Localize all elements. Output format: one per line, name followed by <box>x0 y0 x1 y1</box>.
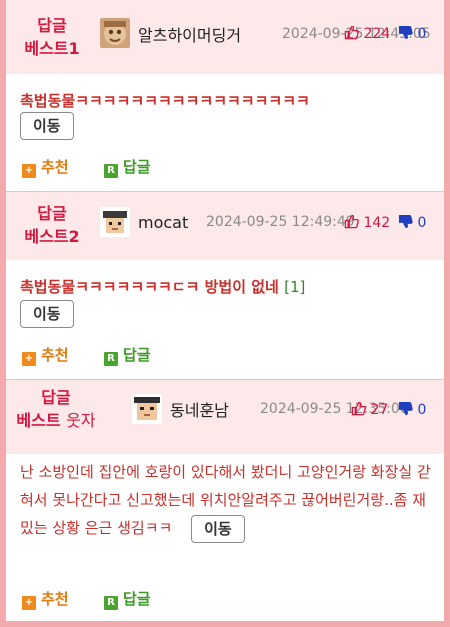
r-square-icon: R <box>104 164 118 178</box>
best-badge: 답글 베스트1 <box>16 14 88 60</box>
downvote-count: 0 <box>417 215 427 231</box>
reply-card-header: 답글 베스트1 알츠하이머딩거 2024-09-25 12:45:05 224 … <box>6 0 444 74</box>
avatar[interactable] <box>100 18 130 48</box>
thumb-down-icon <box>398 401 413 416</box>
category-tag[interactable]: 웃자 <box>66 411 95 430</box>
recommend-label: 추천 <box>41 590 69 608</box>
r-square-icon: R <box>104 352 118 366</box>
upvote-count: 27 <box>370 402 389 418</box>
reply-text: 촉법동물ㅋㅋㅋㅋㅋㅋㅋㅋㅋㅋㅋㅋㅋㅋㅋㅋㅋ <box>20 92 310 110</box>
downvote-button[interactable]: 0 <box>398 401 426 418</box>
recommend-button[interactable]: + 추천 <box>22 588 69 610</box>
badge-line2: 베스트2 <box>24 227 80 246</box>
reply-card-body: 촉법동물ㅋㅋㅋㅋㅋㅋㅋㄷㅋ 방법이 없네 [1] 이동 + 추천 R 답글 <box>6 260 444 380</box>
reply-content: 난 소방인데 집안에 호랑이 있다해서 봤더니 고양인거랑 화장실 갇혀서 못나… <box>20 458 432 543</box>
best-badge: 답글 베스트 웃자 <box>16 386 96 432</box>
recommend-label: 추천 <box>41 158 69 176</box>
reply-card-header: 답글 베스트 웃자 동네훈남 2024-09-25 12:35:00 27 0 <box>6 380 444 454</box>
move-button[interactable]: 이동 <box>20 112 74 140</box>
badge-line2: 베스트 <box>16 411 61 430</box>
reply-content: 촉법동물ㅋㅋㅋㅋㅋㅋㅋㅋㅋㅋㅋㅋㅋㅋㅋㅋㅋ <box>20 90 310 111</box>
r-square-icon: R <box>104 596 118 610</box>
upvote-button[interactable]: 224 <box>344 25 390 42</box>
plus-square-icon: + <box>22 164 36 178</box>
upvote-button[interactable]: 27 <box>351 401 388 418</box>
recommend-button[interactable]: + 추천 <box>22 344 69 366</box>
downvote-button[interactable]: 0 <box>398 214 426 231</box>
badge-line1: 답글 <box>37 204 67 223</box>
reply-count[interactable]: [1] <box>284 278 305 296</box>
recommend-label: 추천 <box>41 346 69 364</box>
avatar[interactable] <box>100 207 130 237</box>
move-button[interactable]: 이동 <box>191 514 245 543</box>
badge-line1: 답글 <box>41 388 71 407</box>
move-button[interactable]: 이동 <box>20 300 74 328</box>
author-nickname[interactable]: 동네훈남 <box>170 397 229 421</box>
upvote-button[interactable]: 142 <box>344 214 390 231</box>
best-badge: 답글 베스트2 <box>16 202 88 248</box>
reply-card: 답글 베스트 웃자 동네훈남 2024-09-25 12:35:00 27 0 … <box>6 380 444 621</box>
badge-line2: 베스트1 <box>24 39 80 58</box>
reply-label: 답글 <box>123 158 151 176</box>
avatar[interactable] <box>132 394 162 424</box>
reply-button[interactable]: R 답글 <box>104 344 151 366</box>
plus-square-icon: + <box>22 352 36 366</box>
reply-button[interactable]: R 답글 <box>104 588 151 610</box>
reply-card-body: 촉법동물ㅋㅋㅋㅋㅋㅋㅋㅋㅋㅋㅋㅋㅋㅋㅋㅋㅋ 이동 + 추천 R 답글 <box>6 74 444 192</box>
reply-text: 촉법동물ㅋㅋㅋㅋㅋㅋㅋㄷㅋ 방법이 없네 <box>20 278 279 296</box>
reply-card-header: 답글 베스트2 mocat 2024-09-25 12:49:49 142 0 <box>6 192 444 260</box>
upvote-count: 142 <box>363 215 391 231</box>
reply-card: 답글 베스트1 알츠하이머딩거 2024-09-25 12:45:05 224 … <box>6 0 444 192</box>
reply-button[interactable]: R 답글 <box>104 156 151 178</box>
reply-label: 답글 <box>123 590 151 608</box>
author-nickname[interactable]: mocat <box>138 213 188 232</box>
plus-square-icon: + <box>22 596 36 610</box>
reply-card: 답글 베스트2 mocat 2024-09-25 12:49:49 142 0 … <box>6 192 444 380</box>
badge-line1: 답글 <box>37 16 67 35</box>
best-replies-panel: 답글 베스트1 알츠하이머딩거 2024-09-25 12:45:05 224 … <box>6 0 444 621</box>
thumb-up-icon <box>351 401 366 416</box>
downvote-count: 0 <box>417 402 427 418</box>
thumb-up-icon <box>344 214 359 229</box>
downvote-button[interactable]: 0 <box>398 25 426 42</box>
downvote-count: 0 <box>417 26 427 42</box>
thumb-down-icon <box>398 214 413 229</box>
reply-content: 촉법동물ㅋㅋㅋㅋㅋㅋㅋㄷㅋ 방법이 없네 [1] <box>20 276 305 297</box>
recommend-button[interactable]: + 추천 <box>22 156 69 178</box>
thumb-up-icon <box>344 25 359 40</box>
thumb-down-icon <box>398 25 413 40</box>
author-nickname[interactable]: 알츠하이머딩거 <box>138 22 241 46</box>
reply-label: 답글 <box>123 346 151 364</box>
reply-card-body: 난 소방인데 집안에 호랑이 있다해서 봤더니 고양인거랑 화장실 갇혀서 못나… <box>6 454 444 621</box>
post-date: 2024-09-25 12:49:49 <box>206 214 355 230</box>
upvote-count: 224 <box>363 26 391 42</box>
